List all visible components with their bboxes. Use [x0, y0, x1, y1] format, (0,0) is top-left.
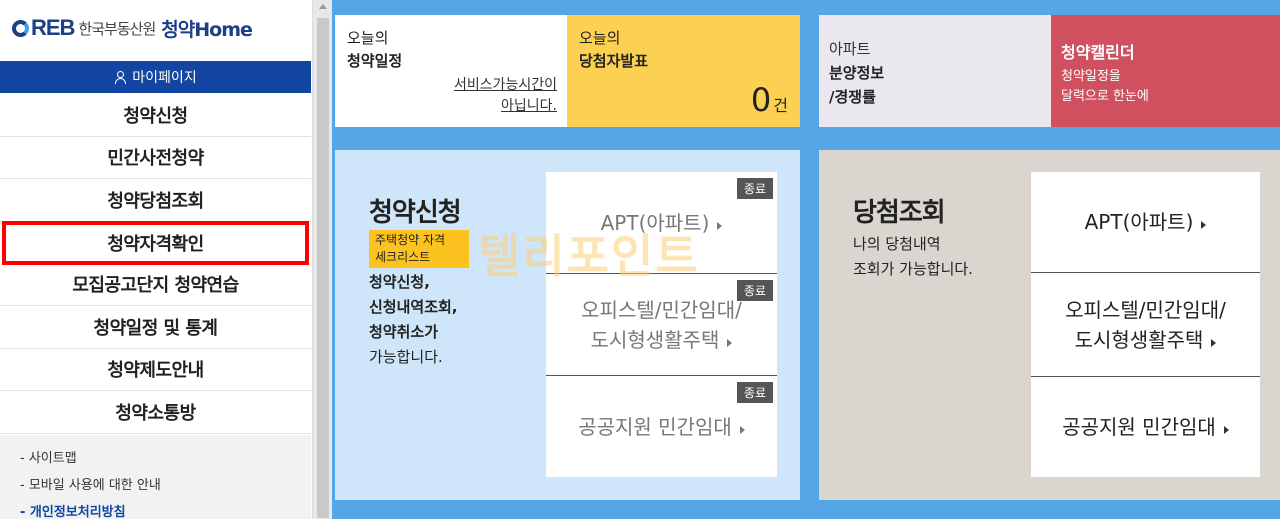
sidebar-item-eligibility-check[interactable]: 청약자격확인: [2, 220, 309, 265]
apt-info-line3: /경쟁률: [829, 88, 876, 106]
arrow-right-icon: [1201, 221, 1207, 229]
reb-logo-mark-icon: [12, 19, 29, 37]
apply-entry-list: 종료 APT(아파트) 종료 오피스텔/민간임대/ 도시형생활주택 종료 공공지…: [546, 172, 777, 477]
sidebar-item-winning-check[interactable]: 청약당첨조회: [0, 179, 311, 222]
apply-card-description: 청약신청, 신청내역조회, 청약취소가 가능합니다.: [369, 270, 458, 370]
apply-public-rental-link[interactable]: 종료 공공지원 민간임대: [546, 376, 777, 477]
mypage-label: 마이페이지: [132, 70, 197, 86]
entry-label: APT(아파트): [600, 210, 710, 235]
closed-badge: 종료: [736, 280, 773, 301]
winning-entry-list: APT(아파트) 오피스텔/민간임대/ 도시형생활주택 공공지원 민간임대: [1031, 172, 1260, 477]
entry-label-line2: 도시형생활주택: [1074, 327, 1204, 352]
winning-desc-line1: 나의 당첨내역: [853, 235, 941, 253]
scroll-up-icon[interactable]: [319, 4, 327, 9]
subscription-calendar-panel[interactable]: 청약캘린더 청약일정을 달력으로 한눈에: [1051, 15, 1280, 127]
apply-desc-line2: 신청내역조회,: [369, 298, 458, 316]
person-icon: [114, 71, 127, 84]
winning-apt-link[interactable]: APT(아파트): [1031, 172, 1260, 273]
sidebar-scrollbar[interactable]: [312, 0, 332, 519]
calendar-subtitle-line1: 청약일정을: [1061, 69, 1121, 84]
sidebar-item-schedule-stats[interactable]: 청약일정 및 통계: [0, 306, 311, 349]
sidebar-item-practice[interactable]: 모집공고단지 청약연습: [0, 264, 311, 306]
brand-main: 청약: [161, 18, 195, 41]
arrow-right-icon: [727, 338, 733, 347]
privacy-policy-link[interactable]: - 개인정보처리방침: [20, 499, 311, 519]
reb-logo: REB: [12, 15, 75, 41]
apply-card-title: 청약신청: [369, 198, 462, 228]
entry-label: 공공지원 민간임대: [1062, 415, 1216, 439]
sidebar-item-apply[interactable]: 청약신청: [0, 94, 311, 137]
winning-card-description: 나의 당첨내역 조회가 가능합니다.: [853, 232, 973, 282]
calendar-subtitle-line2: 달력으로 한눈에: [1061, 89, 1149, 104]
apply-apt-link[interactable]: 종료 APT(아파트): [546, 172, 777, 274]
closed-badge: 종료: [736, 382, 773, 403]
today-schedule-panel[interactable]: 오늘의 청약일정 서비스가능시간이 아닙니다.: [335, 15, 567, 127]
arrow-right-icon: [739, 425, 745, 434]
service-hours-line2: 아닙니다.: [501, 98, 557, 114]
sidebar-item-communication[interactable]: 청약소통방: [0, 391, 311, 434]
entry-label-line2: 도시형생활주택: [590, 327, 720, 352]
scrollbar-thumb[interactable]: [317, 18, 329, 518]
brand-home: Home: [194, 18, 253, 41]
site-logo[interactable]: REB 한국부동산원 청약Home: [12, 12, 253, 44]
mypage-button[interactable]: 마이페이지: [0, 61, 311, 93]
apt-sales-info-panel[interactable]: 아파트 분양정보 /경쟁률: [819, 15, 1051, 127]
winning-public-rental-link[interactable]: 공공지원 민간임대: [1031, 377, 1260, 477]
today-winners-title: 당첨자발표: [579, 52, 649, 70]
reb-logo-text: REB: [31, 15, 75, 40]
sitemap-link[interactable]: - 사이트맵: [20, 445, 311, 472]
winners-count: 0 건: [751, 81, 788, 119]
today-winners-panel[interactable]: 오늘의 당첨자발표 0 건: [567, 15, 800, 127]
today-schedule-title: 청약일정: [347, 52, 403, 70]
entry-label-line1: 오피스텔/민간임대/: [1065, 297, 1226, 322]
winning-card-title: 당첨조회: [853, 198, 946, 228]
sidebar-item-private-pre-subscription[interactable]: 민간사전청약: [0, 137, 311, 179]
today-winners-prefix: 오늘의: [579, 29, 621, 47]
apply-desc-line3: 청약취소가: [369, 323, 439, 341]
apply-desc-line1: 청약신청,: [369, 273, 430, 291]
sidebar: REB 한국부동산원 청약Home 마이페이지 청약신청 민간사전청약 청약당첨…: [0, 0, 312, 519]
today-schedule-prefix: 오늘의: [347, 29, 389, 47]
entry-label-line1: 오피스텔/민간임대/: [581, 297, 742, 322]
sidebar-menu: 청약신청 민간사전청약 청약당첨조회 청약자격확인 모집공고단지 청약연습 청약…: [0, 94, 311, 434]
apt-info-line1: 아파트: [829, 40, 871, 58]
winners-count-number: 0: [750, 81, 772, 119]
entry-label: 공공지원 민간임대: [578, 414, 732, 439]
arrow-right-icon: [717, 221, 723, 230]
eligibility-checklist-tag[interactable]: 주택청약 자격 세크리스트: [369, 230, 469, 268]
service-hours-notice[interactable]: 서비스가능시간이 아닙니다.: [454, 75, 557, 117]
calendar-title: 청약캘린더: [1061, 43, 1135, 62]
winners-count-unit: 건: [773, 96, 788, 115]
apt-info-line2: 분양정보: [829, 64, 885, 82]
service-hours-line1: 서비스가능시간이: [453, 77, 557, 93]
arrow-right-icon: [1211, 338, 1217, 347]
sidebar-footer-links: - 사이트맵 - 모바일 사용에 대한 안내 - 개인정보처리방침: [0, 435, 311, 519]
agency-name: 한국부동산원: [78, 19, 156, 38]
sidebar-item-system-guide[interactable]: 청약제도안내: [0, 349, 311, 391]
closed-badge: 종료: [736, 178, 773, 199]
winning-officetel-link[interactable]: 오피스텔/민간임대/ 도시형생활주택: [1031, 273, 1260, 377]
mobile-guide-link[interactable]: - 모바일 사용에 대한 안내: [20, 472, 311, 499]
entry-label: APT(아파트): [1084, 210, 1194, 234]
tag-line1: 주택청약 자격: [375, 233, 446, 247]
arrow-right-icon: [1223, 426, 1229, 434]
apply-officetel-link[interactable]: 종료 오피스텔/민간임대/ 도시형생활주택: [546, 274, 777, 376]
brand-name: 청약Home: [161, 15, 253, 42]
winning-desc-line2: 조회가 가능합니다.: [853, 260, 973, 278]
calendar-subtitle: 청약일정을 달력으로 한눈에: [1061, 67, 1270, 107]
apply-desc-line4: 가능합니다.: [369, 348, 443, 366]
tag-line2: 세크리스트: [375, 250, 431, 264]
